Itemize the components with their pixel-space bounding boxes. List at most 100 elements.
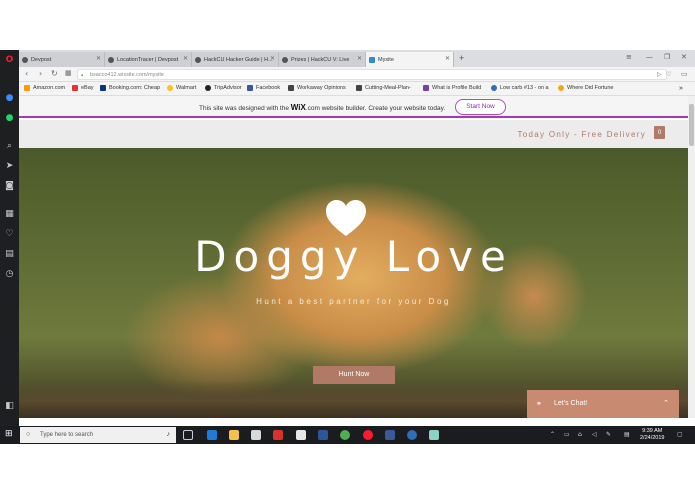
store-icon[interactable]: [251, 430, 261, 440]
bookmark-ebay[interactable]: eBay: [72, 85, 94, 91]
opera-icon[interactable]: [363, 430, 373, 440]
close-window-icon[interactable]: ✕: [681, 53, 687, 61]
tab-menu-icon[interactable]: ≡: [626, 53, 632, 61]
word-icon[interactable]: [318, 430, 328, 440]
close-icon[interactable]: ✕: [270, 55, 275, 62]
bookmark-label: Amazon.com: [33, 85, 66, 91]
tab-label: LocationTracer | Devpost: [117, 56, 179, 63]
speed-dial-icon[interactable]: ▦: [65, 69, 72, 77]
heart-icon[interactable]: ♡: [4, 228, 15, 239]
shopping-bag-icon[interactable]: 0: [654, 126, 665, 139]
opera-logo-icon[interactable]: O: [4, 54, 15, 65]
bookmark-cutting-meal[interactable]: Cutting-Meal-Plan-: [356, 85, 411, 91]
chevron-up-icon[interactable]: ⌃: [550, 431, 555, 438]
close-icon[interactable]: ✕: [357, 55, 362, 62]
send-icon[interactable]: ➤: [4, 160, 15, 171]
back-icon[interactable]: ‹: [25, 69, 28, 78]
apps-grid-icon[interactable]: ▦: [4, 208, 15, 219]
minimize-icon[interactable]: —: [646, 53, 653, 61]
camera-icon[interactable]: ◙: [4, 180, 15, 191]
task-view-icon[interactable]: [183, 430, 193, 440]
messenger-icon[interactable]: ●: [4, 92, 15, 103]
close-icon[interactable]: ✕: [183, 55, 188, 62]
bookmark-label: Cutting-Meal-Plan-: [365, 85, 411, 91]
maximize-icon[interactable]: ❐: [664, 53, 670, 61]
hero-section: Doggy Love Hunt a best partner for your …: [19, 148, 688, 418]
tab-hackcu-guide[interactable]: HackCU Hacker Guide | H... ✕: [192, 52, 279, 67]
news-icon[interactable]: ▤: [4, 248, 15, 259]
booking-icon: [100, 85, 106, 91]
reload-icon[interactable]: ↻: [51, 69, 58, 78]
hunt-now-button[interactable]: Hunt Now: [313, 366, 395, 384]
bookmark-label: What is Profile Build: [432, 85, 482, 91]
bookmark-label: Walmart: [176, 85, 197, 91]
tab-label: Mysite: [378, 56, 394, 63]
bookmark-walmart[interactable]: Walmart: [167, 85, 196, 91]
hero-subtitle: Hunt a best partner for your Dog: [256, 297, 451, 306]
microphone-icon[interactable]: ♪: [167, 427, 171, 443]
clock-date: 2/24/2019: [640, 435, 665, 441]
whatsapp-icon[interactable]: ●: [4, 112, 15, 123]
bookmark-profile-build[interactable]: What is Profile Build: [423, 85, 481, 91]
taskbar-search-box[interactable]: ○ Type here to search ♪: [20, 427, 176, 443]
page-icon: [423, 85, 429, 91]
bookmark-heart-icon[interactable]: ♡: [666, 71, 671, 78]
edge-icon[interactable]: [207, 430, 217, 440]
taskbar-clock[interactable]: 9:39 AM 2/24/2019: [640, 428, 664, 442]
windows-taskbar: ⊞ ○ Type here to search ♪ ⌃ ▭ ⌂ ◁ ✎ ▤ 9:…: [0, 426, 695, 444]
devpost-favicon-icon: [108, 56, 114, 63]
bookmark-low-carb[interactable]: Low carb #13 - on a: [491, 85, 549, 91]
banner-text-before: This site was designed with the: [199, 105, 289, 112]
start-now-button[interactable]: Start Now: [455, 99, 506, 115]
send-to-icon[interactable]: ▷: [657, 71, 662, 78]
tab-mysite[interactable]: Mysite ✕: [366, 52, 454, 67]
notifications-icon[interactable]: ▢: [677, 431, 683, 438]
bookmark-booking[interactable]: Booking.com: Cheap: [100, 85, 160, 91]
page-scrollbar[interactable]: [688, 96, 695, 418]
chevron-up-icon[interactable]: ⌃: [663, 399, 669, 407]
tab-locationtracer[interactable]: LocationTracer | Devpost ✕: [105, 52, 192, 67]
mail-icon[interactable]: [296, 430, 306, 440]
scrollbar-thumb[interactable]: [689, 104, 694, 146]
volume-icon[interactable]: ◁: [592, 431, 597, 438]
keyboard-icon[interactable]: ▤: [624, 431, 630, 438]
page-icon: [491, 85, 497, 91]
chat-widget[interactable]: ⚭ Let's Chat! ⌃: [527, 390, 679, 418]
cortana-icon: ○: [26, 431, 31, 438]
network-icon[interactable]: ⌂: [578, 431, 582, 438]
history-icon[interactable]: ◷: [4, 268, 15, 279]
wix-logo[interactable]: WiX: [291, 103, 306, 112]
bookmark-facebook[interactable]: Facebook: [247, 85, 280, 91]
tab-prizes[interactable]: Prizes | HackCU V: Live ✕: [279, 52, 366, 67]
tab-devpost[interactable]: Devpost ✕: [19, 52, 105, 67]
bookmark-label: Where Did Fortune: [567, 85, 614, 91]
bookmark-tripadvisor[interactable]: TripAdvisor: [205, 85, 242, 91]
sidebar-toggle-icon[interactable]: ◧: [4, 400, 15, 411]
url-field[interactable]: ▪ bsacco412.wixsite.com/mysite: [77, 69, 667, 80]
battery-icon[interactable]: ▭: [564, 431, 570, 438]
mcafee-icon[interactable]: [273, 430, 283, 440]
close-icon[interactable]: ✕: [445, 55, 450, 62]
tab-label: Prizes | HackCU V: Live: [291, 56, 350, 63]
battery-saver-icon[interactable]: ▭: [681, 70, 688, 78]
bookmark-label: Facebook: [256, 85, 281, 91]
tripadvisor-icon: [205, 85, 211, 91]
file-explorer-icon[interactable]: [229, 430, 239, 440]
search-icon[interactable]: ⌕: [4, 140, 15, 151]
bookmark-amazon[interactable]: Amazon.com: [24, 85, 65, 91]
app-icon[interactable]: [429, 430, 439, 440]
chrome-icon[interactable]: [340, 430, 350, 440]
forward-icon[interactable]: ›: [39, 69, 42, 78]
app-icon[interactable]: [407, 430, 417, 440]
new-tab-button[interactable]: +: [459, 53, 464, 63]
more-bookmarks-icon[interactable]: »: [679, 85, 683, 92]
windows-start-icon[interactable]: ⊞: [5, 428, 15, 438]
hackcu-favicon-icon: [195, 56, 201, 63]
tab-label: HackCU Hacker Guide | H...: [204, 56, 273, 63]
bookmark-workaway[interactable]: Workaway Opinions: [288, 85, 346, 91]
pen-icon[interactable]: ✎: [606, 431, 611, 438]
bookmark-fortune[interactable]: Where Did Fortune: [558, 85, 613, 91]
facebook-app-icon[interactable]: [385, 430, 395, 440]
promo-text: Today Only - Free Delivery: [517, 130, 646, 139]
close-icon[interactable]: ✕: [96, 55, 101, 62]
